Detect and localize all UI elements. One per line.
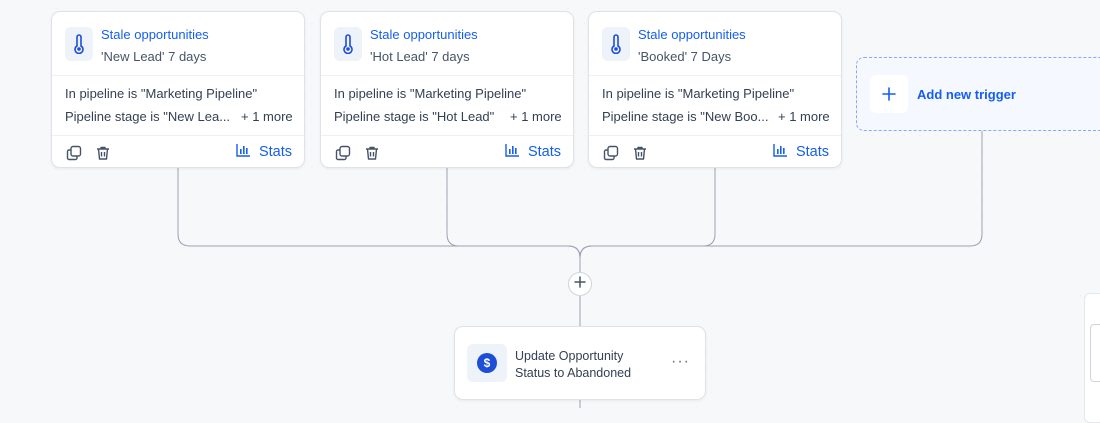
trigger-subtitle: 'New Lead' 7 days: [101, 49, 207, 64]
thermometer-icon: [65, 27, 93, 61]
trigger-title[interactable]: Stale opportunities: [638, 27, 746, 42]
trigger-card-footer: Stats: [321, 136, 573, 168]
trigger-card-header: Stale opportunities 'Hot Lead' 7 days: [321, 12, 573, 76]
more-conditions-link[interactable]: + 1 more: [510, 109, 562, 124]
trigger-card-footer: Stats: [52, 136, 304, 168]
trigger-condition-pipeline: In pipeline is "Marketing Pipeline": [65, 86, 258, 101]
connector-trigger-2: [446, 168, 581, 259]
copy-icon[interactable]: [602, 144, 620, 162]
more-options-icon[interactable]: ···: [671, 354, 690, 370]
copy-icon[interactable]: [334, 144, 352, 162]
add-step-button[interactable]: [568, 272, 592, 296]
trigger-condition-stage: Pipeline stage is "New Lea...: [65, 109, 231, 124]
bar-chart-icon: [773, 143, 788, 161]
bar-chart-icon: [236, 143, 251, 161]
trigger-card-new-lead[interactable]: Stale opportunities 'New Lead' 7 days In…: [51, 11, 305, 168]
add-new-trigger-label: Add new trigger: [917, 87, 1016, 102]
trigger-title[interactable]: Stale opportunities: [370, 27, 478, 42]
plus-icon: [574, 275, 586, 293]
bar-chart-icon: [505, 143, 520, 161]
stats-button[interactable]: Stats: [773, 143, 829, 161]
trigger-title[interactable]: Stale opportunities: [101, 27, 209, 42]
trigger-subtitle: 'Booked' 7 Days: [638, 49, 732, 64]
trigger-condition-stage: Pipeline stage is "New Boo...: [602, 109, 769, 124]
trigger-conditions: In pipeline is "Marketing Pipeline" Pipe…: [321, 76, 573, 136]
trigger-conditions: In pipeline is "Marketing Pipeline" Pipe…: [52, 76, 304, 136]
trigger-card-header: Stale opportunities 'New Lead' 7 days: [52, 12, 304, 76]
trigger-condition-stage: Pipeline stage is "Hot Lead": [334, 109, 495, 124]
trash-icon[interactable]: [94, 144, 112, 162]
stats-button[interactable]: Stats: [505, 143, 561, 161]
trash-icon[interactable]: [631, 144, 649, 162]
stats-button[interactable]: Stats: [236, 143, 292, 161]
more-conditions-link[interactable]: + 1 more: [241, 109, 293, 124]
trigger-conditions: In pipeline is "Marketing Pipeline" Pipe…: [589, 76, 841, 136]
trigger-card-booked[interactable]: Stale opportunities 'Booked' 7 Days In p…: [588, 11, 842, 168]
thermometer-icon: [334, 27, 362, 61]
trigger-card-header: Stale opportunities 'Booked' 7 Days: [589, 12, 841, 76]
trigger-condition-pipeline: In pipeline is "Marketing Pipeline": [602, 86, 795, 101]
action-title: Update Opportunity Status to Abandoned: [515, 349, 632, 380]
action-card-update-opportunity[interactable]: $ Update Opportunity Status to Abandoned…: [454, 326, 706, 400]
stats-label: Stats: [258, 144, 292, 160]
trigger-subtitle: 'Hot Lead' 7 days: [370, 49, 470, 64]
trigger-card-hot-lead[interactable]: Stale opportunities 'Hot Lead' 7 days In…: [320, 11, 574, 168]
dollar-glyph: $: [477, 353, 497, 373]
stats-label: Stats: [527, 144, 561, 160]
side-panel-input[interactable]: [1090, 324, 1100, 382]
dollar-icon: $: [467, 344, 507, 382]
add-new-trigger-button[interactable]: Add new trigger: [856, 57, 1100, 131]
trigger-card-footer: Stats: [589, 136, 841, 168]
trash-icon[interactable]: [363, 144, 381, 162]
more-conditions-link[interactable]: + 1 more: [778, 109, 830, 124]
stats-label: Stats: [795, 144, 829, 160]
copy-icon[interactable]: [65, 144, 83, 162]
connector-trigger-1: [177, 168, 581, 272]
plus-icon: [870, 75, 908, 113]
trigger-condition-pipeline: In pipeline is "Marketing Pipeline": [334, 86, 527, 101]
connector-trigger-3: [579, 168, 716, 259]
thermometer-icon: [602, 27, 630, 61]
